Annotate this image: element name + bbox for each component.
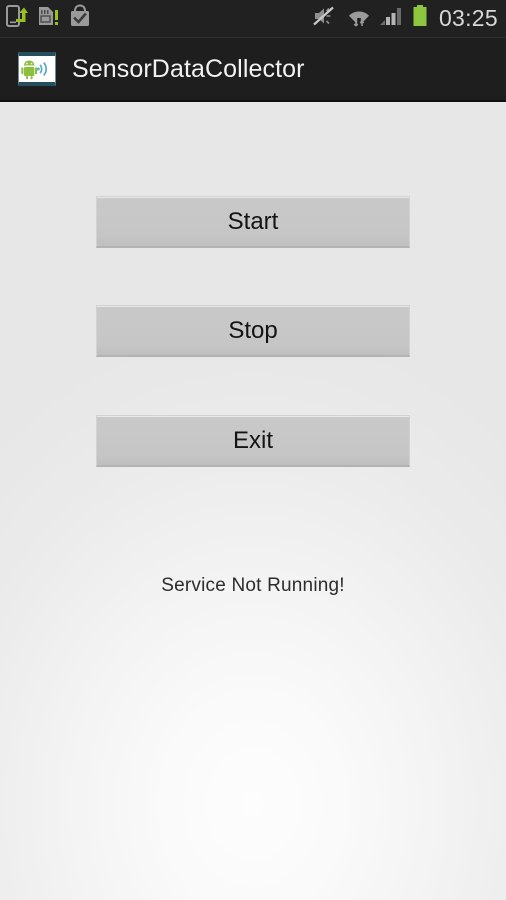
status-bar: 03:25 — [0, 0, 506, 38]
service-status-text: Service Not Running! — [161, 575, 345, 596]
android-sensor-app-icon[interactable] — [18, 52, 56, 86]
stop-button[interactable]: Stop — [96, 305, 410, 357]
main-content: Start Stop Exit Service Not Running! — [0, 102, 506, 900]
play-store-bag-check-icon — [69, 4, 91, 33]
volume-mute-vibrate-icon — [313, 4, 339, 33]
start-button[interactable]: Start — [96, 196, 410, 248]
phone-screen: 03:25 SensorDataCollector Start Stop Exi… — [0, 0, 506, 900]
status-bar-notification-icons — [6, 4, 91, 33]
battery-full-icon — [412, 4, 428, 33]
status-bar-system-icons: 03:25 — [313, 4, 498, 33]
exit-button[interactable]: Exit — [96, 415, 410, 467]
action-bar: SensorDataCollector — [0, 38, 506, 102]
page-title: SensorDataCollector — [72, 54, 305, 83]
status-bar-clock: 03:25 — [438, 5, 498, 31]
usb-file-transfer-icon — [6, 4, 28, 33]
sd-card-warning-icon — [37, 4, 60, 33]
wifi-data-transfer-icon — [347, 4, 371, 33]
cellular-signal-icon — [379, 4, 404, 33]
